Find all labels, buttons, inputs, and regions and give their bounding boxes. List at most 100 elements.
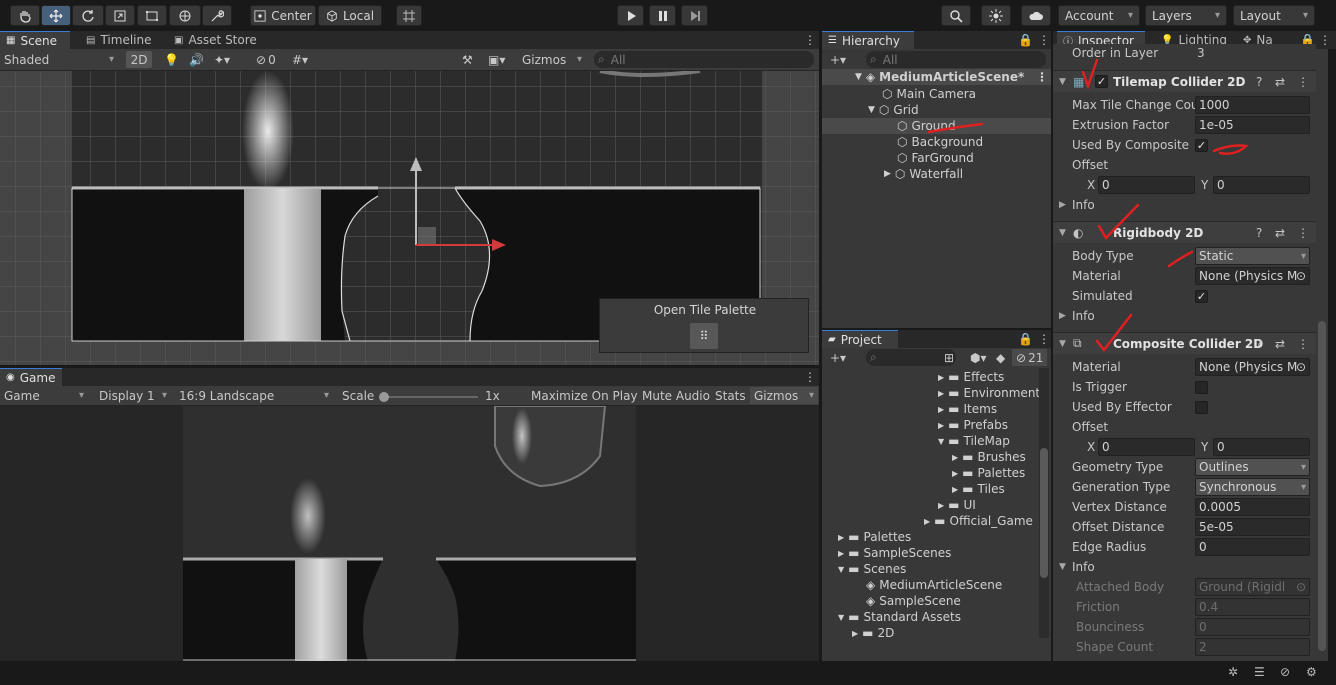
scale-tool-button[interactable]: [105, 5, 135, 26]
effects-icon[interactable]: ✦▾: [210, 51, 234, 68]
project-scrollbar-thumb[interactable]: [1040, 448, 1048, 578]
project-scene-medium[interactable]: ◈ MediumArticleScene: [866, 577, 1002, 593]
pivot-mode-button[interactable]: Center: [250, 5, 316, 26]
project-folder-effects[interactable]: ▶ ▬ Effects: [938, 369, 1004, 385]
project-folder-prefabs[interactable]: ▶ ▬ Prefabs: [938, 417, 1008, 433]
cloud-button[interactable]: [1021, 5, 1051, 26]
tab-asset-store[interactable]: ▣ Asset Store: [168, 31, 268, 49]
hierarchy-scene-root[interactable]: ▼ ◈ MediumArticleScene* ⋮: [822, 69, 1051, 85]
stats-toggle[interactable]: Stats: [711, 387, 750, 404]
aspect-dropdown[interactable]: 16:9 Landscape: [175, 387, 333, 404]
scale-slider[interactable]: [379, 392, 478, 402]
component-menu-icon[interactable]: ⋮: [1297, 337, 1309, 351]
geometry-type-dropdown[interactable]: Outlines: [1195, 458, 1310, 476]
hierarchy-item-main-camera[interactable]: ⬡ Main Camera: [882, 86, 976, 102]
layers-stack-icon[interactable]: ☰: [1254, 665, 1265, 679]
project-folder-palettes[interactable]: ▶ ▬ Palettes: [952, 465, 1025, 481]
tag-icon[interactable]: ◆: [992, 349, 1009, 366]
tile-palette-button[interactable]: ⠿: [690, 323, 718, 349]
maximize-on-play-toggle[interactable]: Maximize On Play: [527, 387, 642, 404]
object-picker-icon[interactable]: ⊙: [1296, 360, 1306, 374]
preset-icon[interactable]: ⇄: [1275, 337, 1285, 351]
layout-dropdown[interactable]: Layout: [1233, 5, 1315, 26]
rect-tool-button[interactable]: [137, 5, 167, 26]
inspector-scrollbar-thumb[interactable]: [1318, 321, 1326, 651]
tab-timeline[interactable]: ▤ Timeline: [80, 31, 164, 49]
help-icon[interactable]: ?: [1256, 75, 1262, 89]
hierarchy-item-background[interactable]: ⬡ Background: [897, 134, 983, 150]
lighting-icon[interactable]: 💡: [160, 51, 183, 68]
custom-tool-button[interactable]: [202, 5, 232, 26]
filter-by-label-icon[interactable]: ⬢▾: [966, 349, 991, 366]
project-folder-palettes-root[interactable]: ▶ ▬ Palettes: [838, 529, 911, 545]
hand-tool-button[interactable]: [10, 5, 40, 26]
rotate-tool-button[interactable]: [72, 5, 104, 26]
tilemap-collider-enabled-checkbox[interactable]: ✓: [1095, 75, 1108, 88]
project-create-button[interactable]: +▾: [826, 349, 850, 366]
game-mode-dropdown[interactable]: Game: [0, 387, 88, 404]
hidden-packages-toggle[interactable]: ⊘ 21: [1012, 349, 1048, 366]
max-tile-change-field[interactable]: 1000: [1195, 96, 1310, 114]
project-menu-icon[interactable]: ⋮: [1034, 330, 1054, 347]
tab-project[interactable]: ▰ Project: [822, 330, 898, 348]
account-dropdown[interactable]: Account: [1058, 5, 1140, 26]
project-folder-brushes[interactable]: ▶ ▬ Brushes: [952, 449, 1026, 465]
create-button[interactable]: +▾: [826, 51, 850, 68]
space-mode-button[interactable]: Local: [318, 5, 382, 26]
display-dropdown[interactable]: Display 1: [95, 387, 171, 404]
camera-icon[interactable]: ▣▾: [484, 51, 509, 68]
composite-offset-y-field[interactable]: 0: [1213, 438, 1310, 456]
hidden-objects-toggle[interactable]: ⊘ 0: [252, 51, 280, 68]
composite-info-foldout[interactable]: ▼ Info: [1053, 557, 1316, 577]
grid-snap-button[interactable]: [396, 5, 422, 26]
game-menu-icon[interactable]: ⋮: [800, 368, 820, 385]
bug-icon[interactable]: ✲: [1228, 665, 1238, 679]
generation-type-dropdown[interactable]: Synchronous: [1195, 478, 1310, 496]
2d-toggle[interactable]: 2D: [126, 51, 152, 68]
tab-scene[interactable]: ▦ Scene: [0, 31, 70, 49]
scale-slider-handle[interactable]: [379, 392, 389, 402]
object-picker-icon[interactable]: ⊙: [1296, 269, 1306, 283]
inspector-scrollbar[interactable]: [1316, 49, 1328, 661]
tilemap-offset-x-field[interactable]: 0: [1098, 176, 1195, 194]
vertex-distance-field[interactable]: 0.0005: [1195, 498, 1310, 516]
scene-viewport[interactable]: Open Tile Palette ⠿: [0, 71, 819, 365]
gizmos-dropdown[interactable]: Gizmos: [518, 51, 586, 68]
menu-icon[interactable]: ⋮: [1036, 70, 1048, 84]
shading-dropdown[interactable]: Shaded: [0, 51, 118, 68]
project-folder-tiles[interactable]: ▶ ▬ Tiles: [952, 481, 1005, 497]
project-folder-samplescenes[interactable]: ▶ ▬ SampleScenes: [838, 545, 951, 561]
filter-by-type-icon[interactable]: ⊞: [940, 349, 958, 366]
inspector-menu-icon[interactable]: ⋮: [1315, 31, 1335, 48]
rigidbody-info-foldout[interactable]: ▶ Info: [1053, 306, 1316, 326]
project-scene-sample[interactable]: ◈ SampleScene: [866, 593, 961, 609]
offset-distance-field[interactable]: 5e-05: [1195, 518, 1310, 536]
tab-game[interactable]: ◉ Game: [0, 368, 62, 386]
extrusion-factor-field[interactable]: 1e-05: [1195, 116, 1310, 134]
scene-search-input[interactable]: ⌕ All: [594, 51, 814, 68]
tilemap-collider-header[interactable]: ▼ ▦ ✓ Tilemap Collider 2D ? ⇄ ⋮: [1053, 70, 1316, 92]
preset-icon[interactable]: ⇄: [1275, 226, 1285, 240]
hierarchy-search-input[interactable]: ⌕ All: [866, 51, 1046, 68]
play-button[interactable]: [617, 5, 644, 26]
layers-dropdown[interactable]: Layers: [1145, 5, 1227, 26]
project-folder-items[interactable]: ▶ ▬ Items: [938, 401, 997, 417]
tilemap-offset-y-field[interactable]: 0: [1213, 176, 1310, 194]
tools-icon[interactable]: ⚒: [458, 51, 477, 68]
is-trigger-checkbox[interactable]: [1195, 380, 1208, 394]
transform-tool-button[interactable]: [169, 5, 201, 26]
project-folder-environment[interactable]: ▶ ▬ Environment: [938, 385, 1040, 401]
project-folder-2d[interactable]: ▶ ▬ 2D: [852, 625, 894, 641]
project-folder-scenes[interactable]: ▼ ▬ Scenes: [838, 561, 906, 577]
project-folder-standard-assets[interactable]: ▼ ▬ Standard Assets: [838, 609, 961, 625]
hierarchy-item-ground[interactable]: ⬡ Ground: [822, 118, 1051, 134]
hierarchy-item-waterfall[interactable]: ▶ ⬡ Waterfall: [884, 166, 963, 182]
used-by-effector-checkbox[interactable]: [1195, 400, 1208, 414]
hierarchy-menu-icon[interactable]: ⋮: [1034, 31, 1054, 48]
move-tool-button[interactable]: [41, 5, 71, 26]
step-button[interactable]: [681, 5, 708, 26]
tilemap-info-foldout[interactable]: ▶ Info: [1053, 195, 1316, 215]
audio-icon[interactable]: 🔊: [185, 51, 208, 68]
project-folder-ui[interactable]: ▶ ▬ UI: [938, 497, 976, 513]
hierarchy-item-farground[interactable]: ⬡ FarGround: [897, 150, 974, 166]
